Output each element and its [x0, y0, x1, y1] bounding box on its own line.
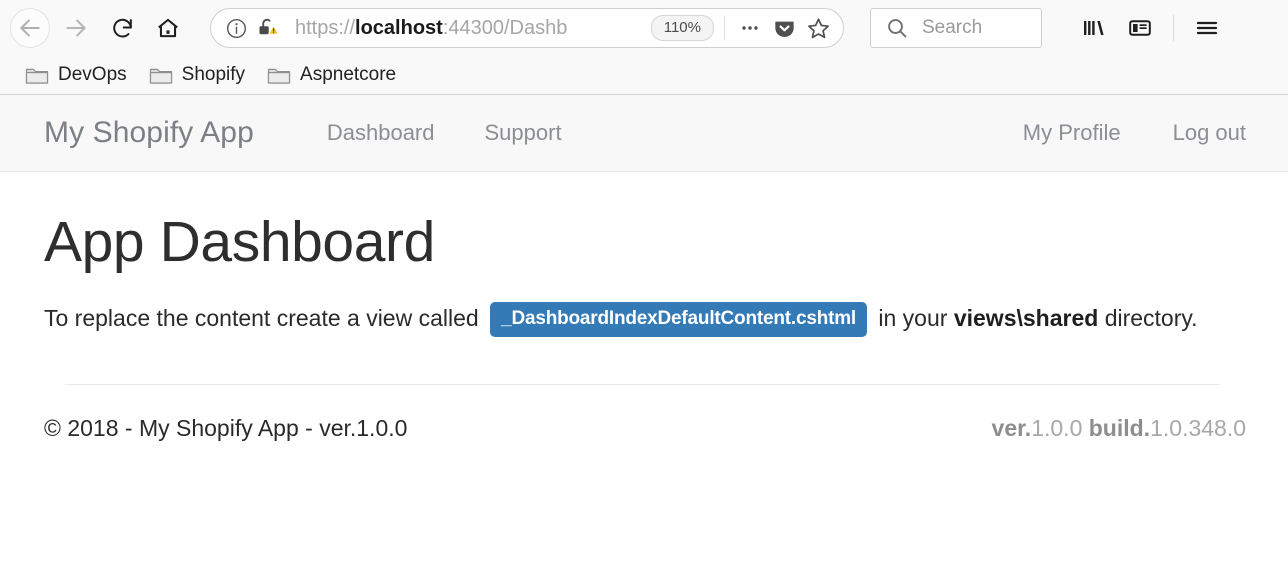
- sidebar-icon: [1129, 20, 1151, 36]
- nav-link-dashboard[interactable]: Dashboard: [302, 120, 460, 146]
- directory-path: views\shared: [953, 304, 1099, 331]
- instruction-prefix: To replace the content create a view cal…: [44, 304, 479, 331]
- library-icon: [1084, 21, 1104, 35]
- nav-link-my-profile[interactable]: My Profile: [997, 120, 1147, 146]
- navbar-brand[interactable]: My Shopify App: [44, 116, 254, 150]
- url-bar[interactable]: https://localhost:44300/Dashb 110%: [210, 8, 844, 48]
- broken-padlock-warning-icon[interactable]: [257, 16, 282, 40]
- search-input[interactable]: Search: [870, 8, 1042, 48]
- bookmark-folder-aspnetcore[interactable]: Aspnetcore: [258, 60, 405, 90]
- reload-icon: [112, 18, 132, 37]
- menu-button[interactable]: [1187, 8, 1227, 48]
- build-value: 1.0.348.0: [1150, 415, 1246, 442]
- url-path: :44300/Dashb: [442, 16, 568, 39]
- browser-toolbar: https://localhost:44300/Dashb 110% Searc…: [0, 0, 1288, 56]
- bookmark-label: DevOps: [58, 64, 127, 85]
- app-navbar: My Shopify App Dashboard Support My Prof…: [0, 95, 1288, 172]
- copyright-text: © 2018 - My Shopify App - ver.1.0.0: [44, 415, 408, 442]
- library-button[interactable]: [1074, 8, 1114, 48]
- version-value: 1.0.0: [1031, 415, 1083, 442]
- search-placeholder: Search: [922, 17, 983, 38]
- build-label: build.: [1088, 415, 1151, 442]
- page-content: My Shopify App Dashboard Support My Prof…: [0, 95, 1288, 443]
- url-scheme: https://: [295, 16, 356, 39]
- folder-icon: [149, 68, 172, 84]
- hamburger-menu-icon: [1196, 21, 1218, 35]
- browser-chrome: https://localhost:44300/Dashb 110% Searc…: [0, 0, 1288, 95]
- info-circle-icon[interactable]: [225, 17, 248, 40]
- home-button[interactable]: [148, 8, 188, 48]
- toolbar-divider: [724, 16, 725, 40]
- page-title: App Dashboard: [44, 210, 435, 274]
- instruction-text: To replace the content create a view cal…: [44, 301, 1244, 338]
- navbar-right-links: My Profile Log out: [997, 120, 1246, 146]
- url-text[interactable]: https://localhost:44300/Dashb: [295, 17, 651, 40]
- page-footer: © 2018 - My Shopify App - ver.1.0.0 ver.…: [0, 415, 1288, 442]
- search-icon: [888, 19, 907, 38]
- toolbar-divider-right: [1173, 15, 1174, 41]
- back-arrow-icon: [20, 19, 40, 37]
- navbar-links: Dashboard Support: [302, 120, 587, 146]
- bookmark-star-button[interactable]: [801, 11, 835, 45]
- sidebar-button[interactable]: [1120, 8, 1160, 48]
- home-icon: [158, 18, 178, 38]
- version-info: ver.1.0.0 build.1.0.348.0: [992, 415, 1246, 442]
- folder-icon: [267, 68, 291, 84]
- folder-icon: [25, 68, 49, 84]
- footer-divider: [65, 384, 1220, 386]
- ellipsis-icon: [742, 26, 758, 30]
- pocket-button[interactable]: [767, 11, 801, 45]
- star-icon: [807, 17, 829, 38]
- main-content: App Dashboard To replace the content cre…: [0, 210, 1288, 386]
- identity-box[interactable]: [225, 16, 282, 40]
- page-actions-button[interactable]: [733, 11, 767, 45]
- pocket-shield-icon: [774, 21, 794, 37]
- forward-button[interactable]: [56, 8, 96, 48]
- nav-link-log-out[interactable]: Log out: [1147, 120, 1246, 146]
- forward-arrow-icon: [66, 19, 86, 37]
- view-name-badge: _DashboardIndexDefaultContent.cshtml: [490, 301, 867, 338]
- url-host: localhost: [355, 16, 443, 39]
- version-label: ver.: [991, 415, 1032, 442]
- instruction-middle: in your: [878, 304, 948, 331]
- zoom-level-indicator[interactable]: 110%: [650, 15, 714, 41]
- toolbar-right-icons: [1074, 8, 1227, 48]
- bookmarks-bar: DevOps Shopify Aspnetcore: [0, 56, 1288, 94]
- navigation-buttons: [10, 8, 188, 48]
- bookmark-label: Shopify: [181, 64, 246, 85]
- bookmark-label: Aspnetcore: [300, 64, 397, 85]
- bookmark-folder-devops[interactable]: DevOps: [16, 60, 136, 90]
- reload-button[interactable]: [102, 8, 142, 48]
- nav-link-support[interactable]: Support: [460, 120, 587, 146]
- back-button[interactable]: [10, 8, 50, 48]
- instruction-suffix: directory.: [1104, 304, 1198, 331]
- bookmark-folder-shopify[interactable]: Shopify: [140, 60, 254, 90]
